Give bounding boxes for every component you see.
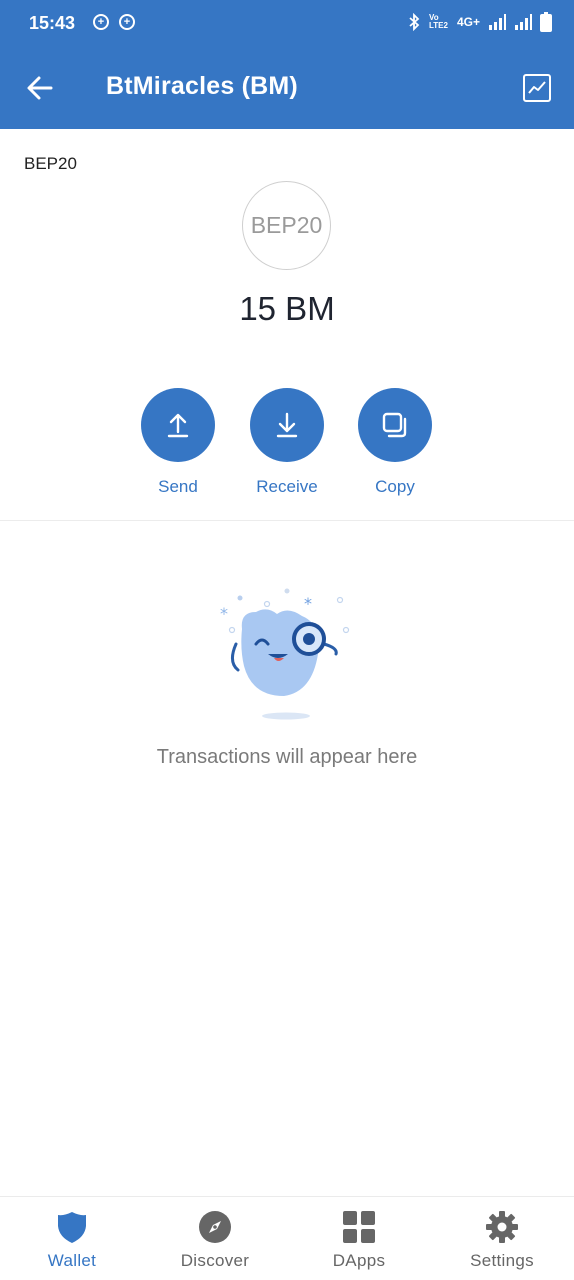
back-button[interactable] (22, 70, 58, 106)
arrow-left-icon (27, 76, 53, 100)
mascot-magnifier-icon: * * (220, 588, 350, 720)
nav-label-discover: Discover (180, 1251, 250, 1270)
upload-icon (167, 413, 189, 438)
svg-text:*: * (220, 604, 228, 623)
chart-icon (523, 74, 551, 102)
token-logo: BEP20 (242, 181, 331, 270)
empty-state-message: Transactions will appear here (156, 746, 418, 768)
token-logo-text: BEP20 (250, 212, 323, 238)
receive-circle[interactable] (250, 388, 324, 462)
battery-icon (540, 12, 552, 32)
page-title: BtMiracles (BM) (106, 72, 298, 100)
send-button[interactable]: Send (128, 388, 228, 497)
nav-item-settings[interactable]: Settings (442, 1209, 562, 1271)
copy-label: Copy (375, 477, 415, 496)
nav-label-settings: Settings (470, 1251, 534, 1270)
bottom-nav: Wallet Discover DApps Settings (0, 1196, 574, 1280)
empty-state-illustration: * * (212, 584, 362, 724)
shield-icon (58, 1212, 86, 1243)
nav-item-dapps[interactable]: DApps (299, 1209, 419, 1271)
copy-button[interactable]: Copy (345, 388, 445, 497)
send-circle[interactable] (141, 388, 215, 462)
compass-icon (199, 1211, 231, 1243)
volte-label: Vo LTE2 (428, 13, 448, 30)
nav-item-discover[interactable]: Discover (155, 1209, 275, 1271)
grid-icon (343, 1211, 375, 1243)
network-type: 4G+ (456, 15, 480, 29)
svg-text:*: * (304, 594, 312, 613)
nav-label-dapps: DApps (332, 1251, 386, 1270)
copy-circle[interactable] (358, 388, 432, 462)
status-bar: 15:43 + + Vo LTE2 4G+ (0, 0, 574, 46)
signal-icon (489, 14, 506, 30)
bluetooth-icon (409, 13, 420, 31)
nav-label-wallet: Wallet (47, 1251, 97, 1270)
network-label: BEP20 (24, 154, 77, 173)
notification-icon: + (119, 14, 135, 30)
divider (0, 520, 574, 521)
copy-icon (382, 412, 407, 438)
signal-icon (515, 14, 532, 30)
notification-icon: + (93, 14, 109, 30)
receive-label: Receive (256, 477, 318, 496)
send-label: Send (158, 477, 198, 496)
nav-item-wallet[interactable]: Wallet (12, 1209, 132, 1271)
receive-button[interactable]: Receive (237, 388, 337, 497)
status-icons: Vo LTE2 4G+ (407, 12, 552, 32)
token-balance: 15 BM (239, 290, 335, 327)
action-row: Send Receive Copy (0, 388, 574, 503)
download-icon (276, 412, 298, 438)
status-time: 15:43 (29, 13, 76, 33)
app-bar: BtMiracles (BM) (0, 58, 574, 118)
gear-icon (486, 1211, 518, 1243)
header: 15:43 + + Vo LTE2 4G+ BtMiracles (BM) (0, 0, 574, 129)
chart-button[interactable] (522, 73, 552, 103)
